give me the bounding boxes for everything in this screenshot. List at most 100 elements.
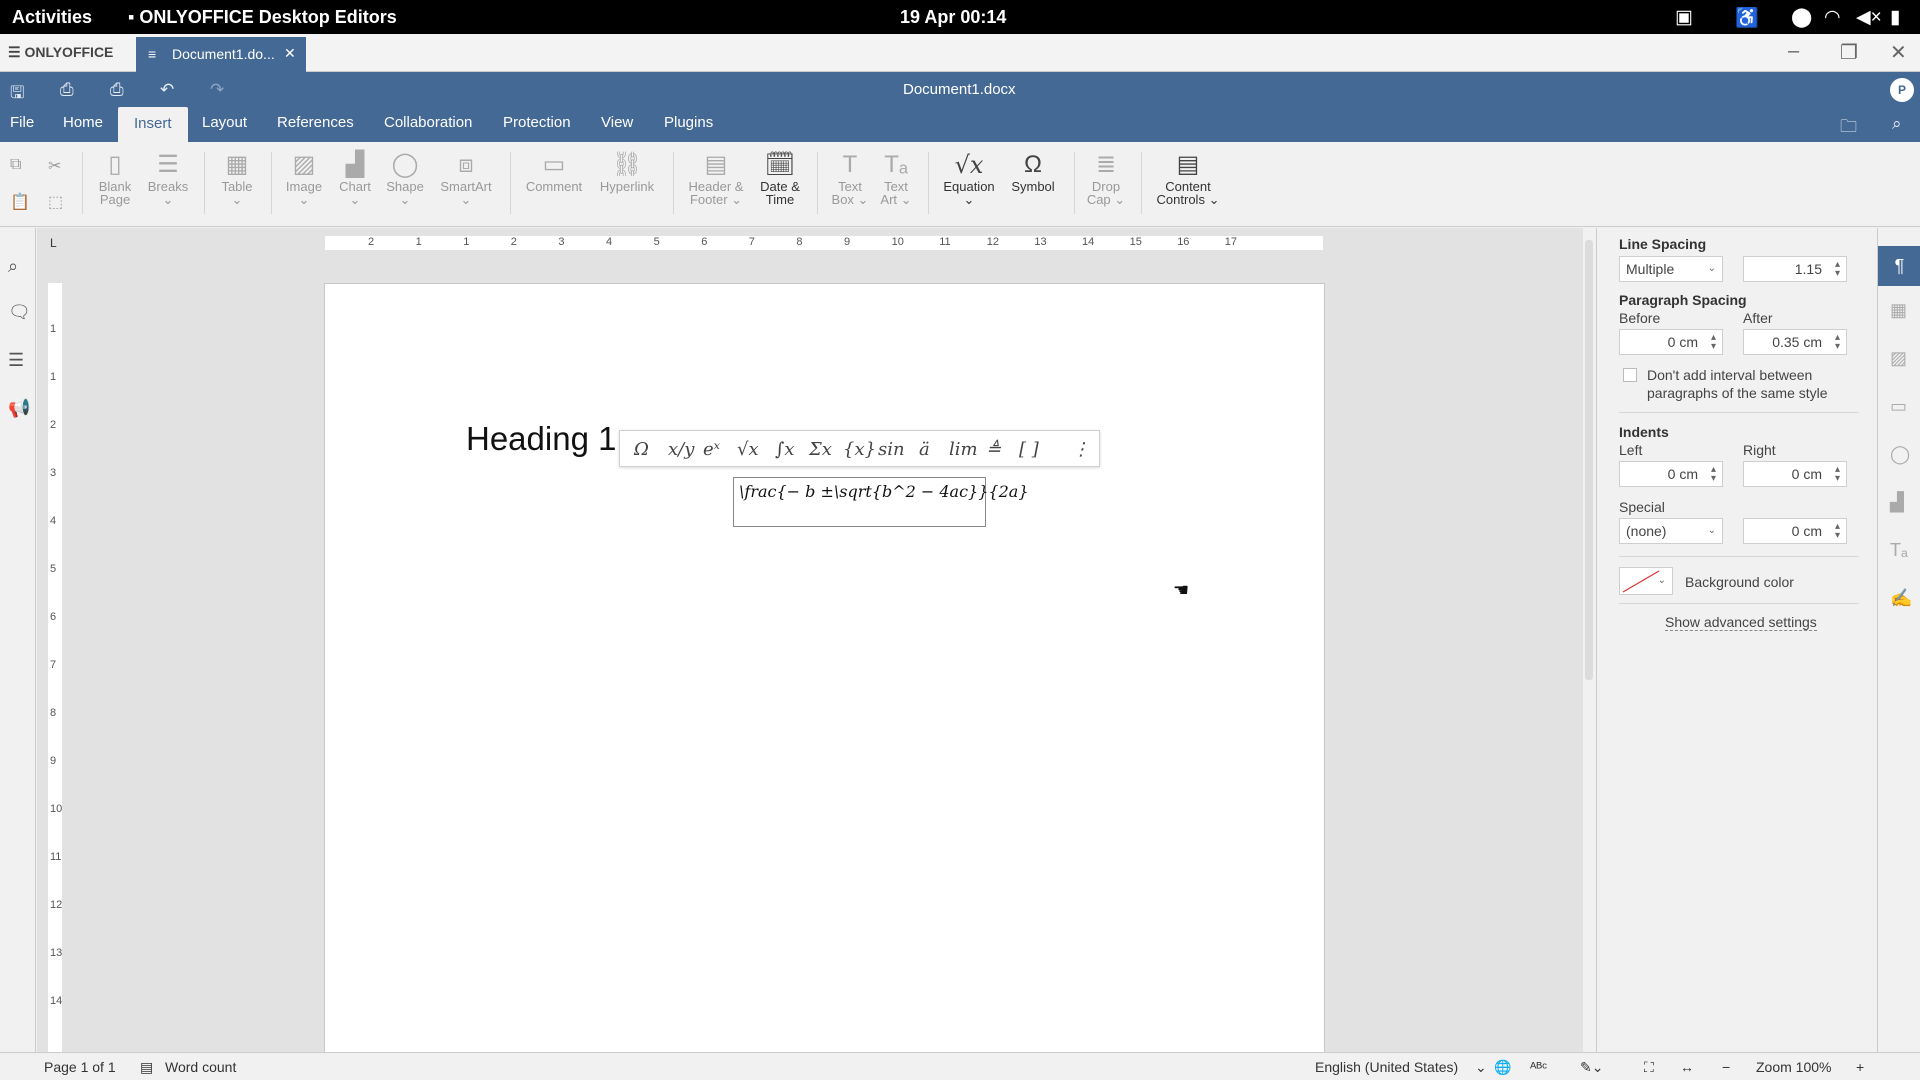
before-spacing-input[interactable]: 0 cm ▴ ▾: [1619, 329, 1723, 355]
text-art-settings-icon[interactable]: Tₐ: [1890, 540, 1908, 561]
zoom-level[interactable]: Zoom 100%: [1756, 1059, 1831, 1075]
save-icon[interactable]: 🖫: [10, 80, 24, 109]
paste-icon[interactable]: 📋: [10, 192, 30, 212]
comment-button[interactable]: ▭ Comment: [524, 150, 584, 193]
tab-file[interactable]: File: [10, 114, 34, 131]
find-icon[interactable]: ⌕: [8, 256, 18, 277]
heading-1-text[interactable]: Heading 1: [466, 420, 616, 458]
cut-icon[interactable]: ✂: [48, 156, 61, 176]
copy-icon[interactable]: ⧉: [10, 156, 21, 174]
tab-stop-selector[interactable]: L: [50, 236, 57, 250]
shape-settings-icon[interactable]: ◯: [1890, 444, 1910, 465]
spell-check-icon[interactable]: ᴬᴮᶜ: [1530, 1059, 1547, 1075]
volume-muted-icon[interactable]: ◀×: [1856, 6, 1882, 29]
eq-matrix-button[interactable]: [ ]: [1019, 439, 1039, 460]
track-changes-icon[interactable]: ✎⌄: [1580, 1059, 1603, 1076]
eq-bracket-button[interactable]: {x}: [843, 439, 876, 460]
spinner-icon[interactable]: ▴ ▾: [1835, 333, 1840, 352]
spinner-icon[interactable]: ▴ ▾: [1711, 465, 1716, 484]
blank-page-button[interactable]: ▯ Blank Page: [85, 150, 145, 206]
activities-button[interactable]: Activities: [12, 7, 92, 28]
spinner-icon[interactable]: ▴ ▾: [1711, 333, 1716, 352]
table-settings-icon[interactable]: ▦: [1890, 300, 1907, 321]
spinner-icon[interactable]: ▴ ▾: [1835, 465, 1840, 484]
chart-settings-icon[interactable]: ▟: [1890, 492, 1904, 513]
spinner-icon[interactable]: ▴ ▾: [1835, 260, 1840, 279]
equation-text[interactable]: \frac{− b ±\sqrt{b^2 − 4ac}}{2a}: [739, 482, 1029, 501]
close-tab-icon[interactable]: ✕: [284, 45, 296, 62]
tab-references[interactable]: References: [277, 114, 354, 131]
horizontal-ruler[interactable]: 2 1 1 2 3 4 5 6 7 8 9 10 11 12 13 14 15 16 17: [325, 236, 1323, 250]
drop-cap-button[interactable]: ≣ Drop Cap ⌄: [1076, 150, 1136, 206]
eq-limit-log-button[interactable]: lim: [949, 439, 978, 460]
header-footer-settings-icon[interactable]: ▭: [1890, 396, 1907, 417]
tab-home[interactable]: Home: [63, 114, 103, 131]
left-indent-input[interactable]: 0 cm ▴ ▾: [1619, 461, 1723, 487]
eq-fraction-button[interactable]: x/y: [668, 439, 694, 460]
language-select[interactable]: English (United States): [1315, 1059, 1458, 1075]
vertical-ruler[interactable]: 1 1 2 3 4 5 6 7 8 9 10 11 12 13 14: [48, 283, 62, 1053]
document-language-icon[interactable]: 🌐: [1494, 1059, 1511, 1076]
close-window-icon[interactable]: ✕: [1890, 40, 1907, 65]
tab-layout[interactable]: Layout: [202, 114, 247, 131]
search-icon[interactable]: ⌕: [1892, 114, 1902, 134]
restore-icon[interactable]: ❐: [1840, 40, 1858, 65]
background-color-picker[interactable]: ⌄: [1619, 567, 1673, 595]
battery-icon[interactable]: ▮: [1890, 6, 1900, 29]
date-time-button[interactable]: 🗓 Date & Time: [750, 150, 810, 206]
document-page[interactable]: [324, 283, 1325, 1073]
tab-plugins[interactable]: Plugins: [664, 114, 713, 131]
eq-operator-button[interactable]: ≜: [986, 439, 1001, 460]
navigation-icon[interactable]: ☰: [8, 350, 24, 371]
after-spacing-input[interactable]: 0.35 cm ▴ ▾: [1743, 329, 1847, 355]
eq-script-button[interactable]: eˣ: [703, 439, 720, 460]
page-indicator[interactable]: Page 1 of 1: [44, 1059, 116, 1075]
eq-more-button[interactable]: ⋮: [1072, 439, 1090, 460]
eq-large-operator-button[interactable]: Σx: [809, 439, 832, 460]
equation-button[interactable]: √x Equation ⌄: [939, 150, 999, 206]
comments-icon[interactable]: 🗨: [8, 302, 31, 323]
special-indent-amount-input[interactable]: 0 cm ▴ ▾: [1743, 518, 1847, 544]
tab-collaboration[interactable]: Collaboration: [384, 114, 472, 131]
dont-add-interval-checkbox[interactable]: [1623, 368, 1637, 382]
header-footer-button[interactable]: ▤ Header & Footer ⌄: [686, 150, 746, 206]
open-file-location-icon[interactable]: 🗀: [1840, 114, 1857, 143]
equation-box[interactable]: \frac{− b ±\sqrt{b^2 − 4ac}}{2a}: [733, 477, 1029, 527]
minimize-icon[interactable]: –: [1788, 40, 1799, 63]
fit-to-width-icon[interactable]: ↔: [1680, 1059, 1694, 1075]
special-indent-select[interactable]: (none) ⌄: [1619, 518, 1723, 544]
symbol-button[interactable]: Ω Symbol: [1003, 150, 1063, 193]
feedback-icon[interactable]: 📢: [8, 398, 30, 419]
redo-icon[interactable]: ↷: [210, 80, 224, 100]
clipboard-icon[interactable]: ▣: [1675, 6, 1693, 29]
fit-to-page-icon[interactable]: ⛶: [1644, 1059, 1654, 1076]
scrollbar-thumb[interactable]: [1585, 240, 1593, 680]
document-tab[interactable]: ≡ Document1.do... ✕: [136, 37, 306, 72]
wifi-icon[interactable]: ◠: [1824, 6, 1841, 29]
content-controls-button[interactable]: ▤ Content Controls ⌄: [1152, 150, 1224, 206]
quick-print-icon[interactable]: ⎙: [110, 80, 124, 100]
tab-view[interactable]: View: [601, 114, 633, 131]
eq-symbols-button[interactable]: Ω: [634, 439, 649, 460]
eq-radical-button[interactable]: √x: [737, 439, 759, 460]
accessibility-icon[interactable]: ♿: [1735, 6, 1759, 30]
eq-function-button[interactable]: sin: [878, 439, 905, 460]
paragraph-settings-icon[interactable]: ¶: [1878, 246, 1920, 286]
shape-button[interactable]: ◯ Shape ⌄: [375, 150, 435, 206]
location-icon[interactable]: ⬤: [1791, 6, 1812, 29]
signature-settings-icon[interactable]: ✍: [1890, 588, 1912, 609]
user-avatar[interactable]: P: [1890, 78, 1914, 102]
print-icon[interactable]: ⎙: [60, 80, 74, 100]
eq-integral-button[interactable]: ∫x: [775, 439, 795, 460]
zoom-out-icon[interactable]: −: [1722, 1059, 1730, 1075]
onlyoffice-logo[interactable]: ☰ ONLYOFFICE: [8, 44, 113, 61]
hyperlink-button[interactable]: ⛓ Hyperlink: [597, 150, 657, 193]
word-count-button[interactable]: Word count: [165, 1059, 236, 1075]
zoom-in-icon[interactable]: +: [1856, 1059, 1864, 1075]
select-all-icon[interactable]: ⬚: [48, 192, 63, 212]
text-art-button[interactable]: Tₐ Text Art ⌄: [866, 150, 926, 206]
undo-icon[interactable]: ↶: [160, 80, 174, 100]
spinner-icon[interactable]: ▴ ▾: [1835, 522, 1840, 541]
smartart-button[interactable]: ⧈ SmartArt ⌄: [436, 150, 496, 206]
image-settings-icon[interactable]: ▨: [1890, 348, 1907, 369]
